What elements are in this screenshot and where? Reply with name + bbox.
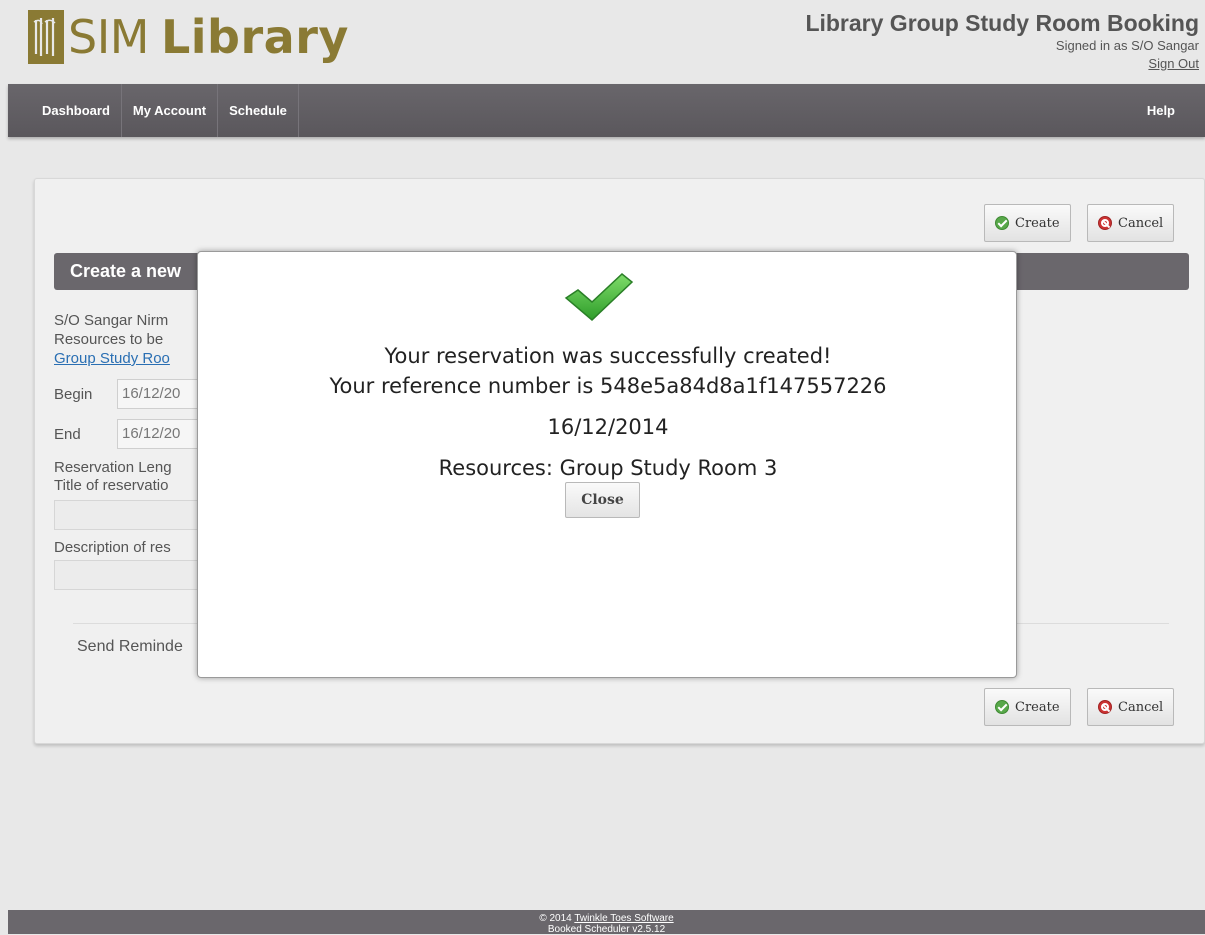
reserved-resources: Resources: Group Study Room 3	[438, 456, 778, 480]
footer-line-1: © 2014 Twinkle Toes Software	[8, 913, 1205, 924]
nav-schedule[interactable]: Schedule	[218, 84, 299, 137]
check-circle-icon	[995, 216, 1009, 230]
sign-out-link[interactable]: Sign Out	[1148, 56, 1199, 71]
title-label: Title of reservatio	[54, 477, 169, 494]
cancel-circle-icon	[1098, 700, 1112, 714]
footer-version: Booked Scheduler v2.5.12	[547, 924, 666, 935]
book-logo-icon	[28, 10, 64, 64]
create-button-bottom[interactable]: Create	[984, 688, 1071, 726]
end-label: End	[54, 426, 81, 443]
nav-dashboard[interactable]: Dashboard	[8, 84, 122, 137]
success-dialog: Your reservation was successfully create…	[197, 251, 1017, 678]
create-label: Create	[1015, 215, 1060, 231]
footer-company-link[interactable]: Twinkle Toes Software	[574, 913, 673, 924]
main-nav: Dashboard My Account Schedule Help	[8, 84, 1205, 137]
description-label: Description of res	[54, 539, 171, 556]
create-button-top[interactable]: Create	[984, 204, 1071, 242]
resource-link[interactable]: Group Study Roo	[54, 350, 170, 367]
footer-copyright: © 2014	[539, 913, 572, 924]
success-message: Your reservation was successfully create…	[384, 344, 832, 368]
signed-in-text: Signed in as S/O Sangar	[1055, 38, 1199, 53]
app-title: Library Group Study Room Booking	[805, 10, 1199, 36]
check-circle-icon	[995, 700, 1009, 714]
create-label: Create	[1015, 699, 1060, 715]
sim-library-logo[interactable]: SIM Library	[28, 10, 349, 64]
cancel-label: Cancel	[1118, 699, 1164, 715]
logo-sim-text: SIM	[68, 10, 149, 64]
page-header: SIM Library Library Group Study Room Boo…	[8, 0, 1205, 84]
cancel-label: Cancel	[1118, 215, 1164, 231]
owner-name: S/O Sangar Nirm	[54, 312, 169, 329]
resources-label: Resources to be	[54, 331, 164, 348]
nav-help[interactable]: Help	[1147, 84, 1175, 137]
cancel-circle-icon	[1098, 216, 1112, 230]
reference-number: Your reference number is 548e5a84d8a1f14…	[329, 374, 887, 398]
page-footer: © 2014 Twinkle Toes Software Booked Sche…	[8, 910, 1205, 935]
close-button[interactable]: Close	[565, 482, 640, 518]
send-reminder-label: Send Reminde	[77, 638, 183, 655]
nav-my-account[interactable]: My Account	[122, 84, 219, 137]
logo-library-text: Library	[160, 10, 349, 64]
reservation-date: 16/12/2014	[547, 415, 669, 439]
reservation-length-label: Reservation Leng	[54, 459, 172, 476]
begin-label: Begin	[54, 386, 93, 403]
cancel-button-bottom[interactable]: Cancel	[1087, 688, 1175, 726]
success-check-icon	[564, 273, 634, 322]
cancel-button-top[interactable]: Cancel	[1087, 204, 1175, 242]
